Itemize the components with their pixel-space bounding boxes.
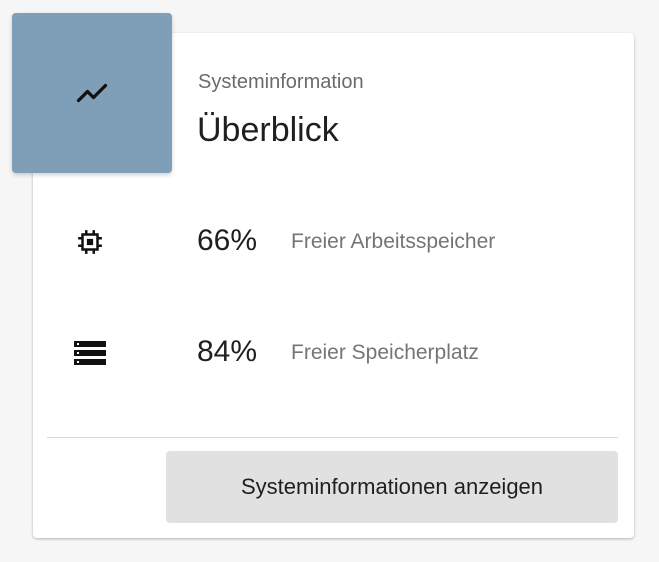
storage-icon [73,336,107,370]
free-storage-label: Freier Speicherplatz [291,341,479,364]
free-storage-value: 84% [197,335,258,368]
trending-up-icon [76,83,108,103]
free-memory-value: 66% [197,224,258,257]
stat-row-storage: 84% Freier Speicherplatz [0,322,659,382]
card-subtitle: Systeminformation [198,71,364,93]
memory-chip-icon [73,225,107,259]
show-system-info-button[interactable]: Systeminformationen anzeigen [166,451,618,523]
card-divider [47,437,618,438]
header-icon-tile [12,13,172,173]
card-title: Überblick [197,111,339,149]
free-memory-label: Freier Arbeitsspeicher [291,230,496,253]
stat-row-memory: 66% Freier Arbeitsspeicher [0,211,659,271]
